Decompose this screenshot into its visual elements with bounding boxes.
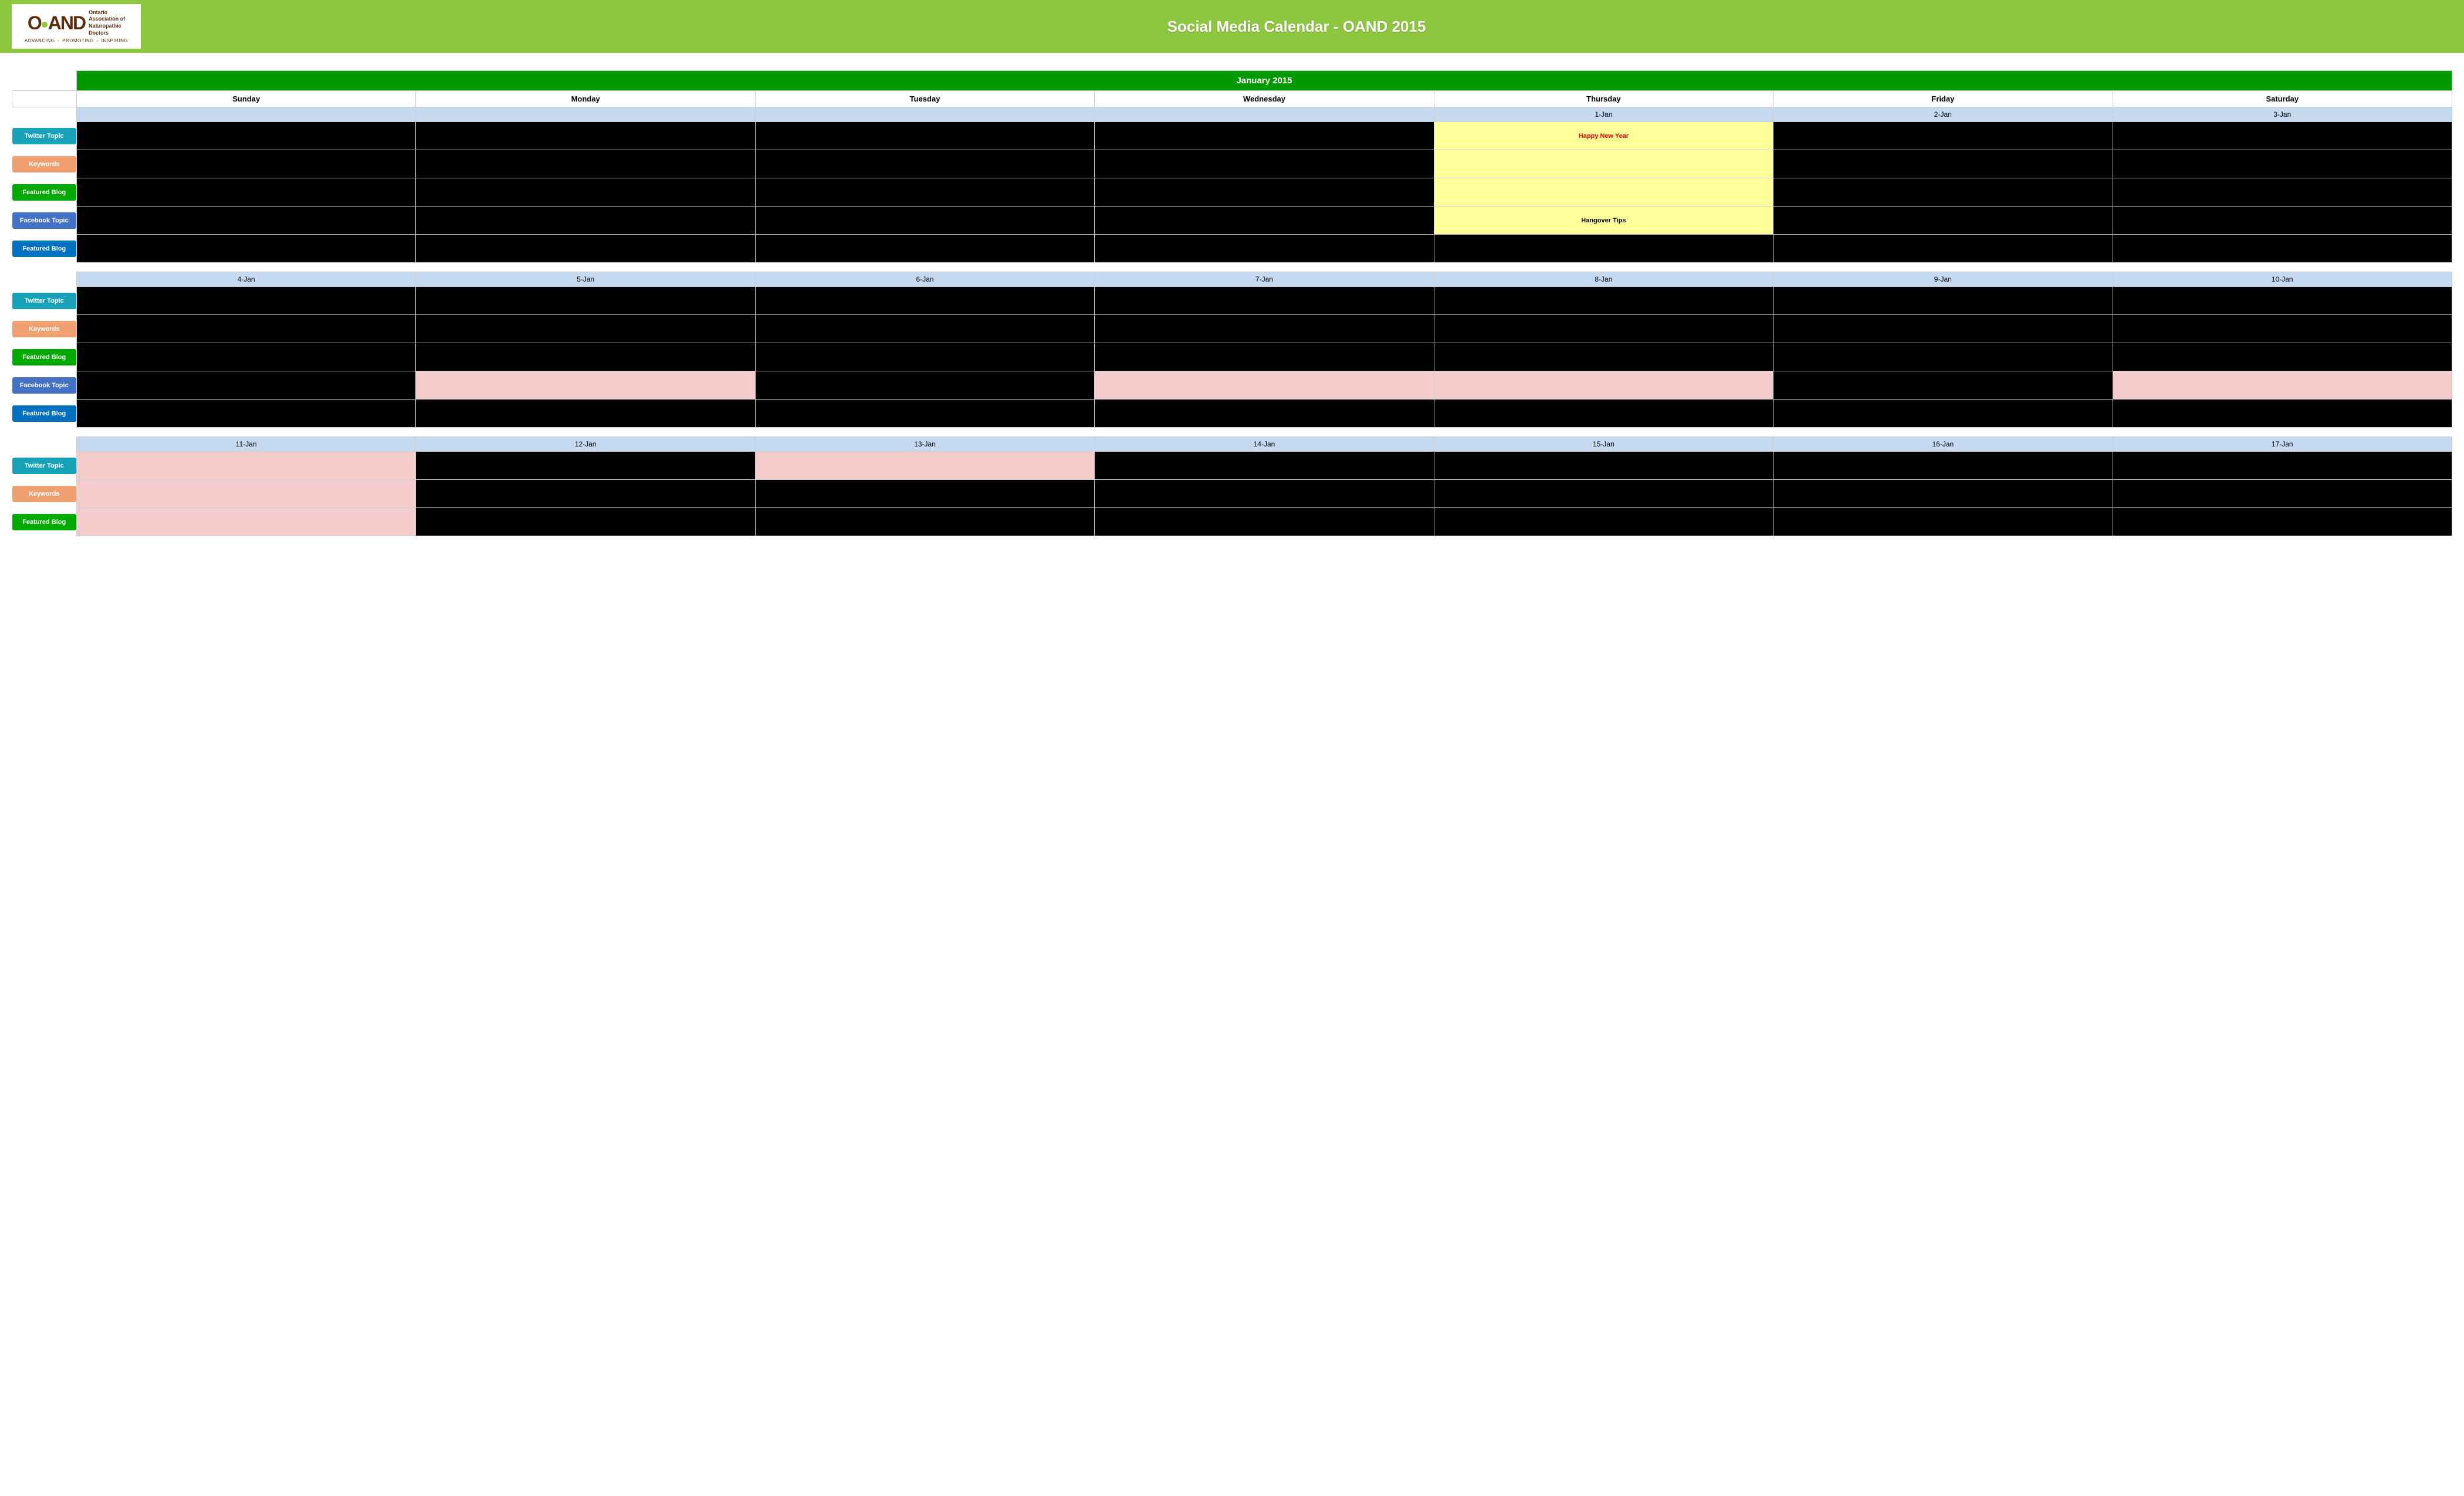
month-header-row: January 2015 xyxy=(12,71,2452,91)
date-w2-mon: 5-Jan xyxy=(416,272,755,287)
date-w3-sun: 11-Jan xyxy=(77,437,416,452)
featured-blog-label-3: Featured Blog xyxy=(12,514,77,530)
twitter-label-2: Twitter Topic xyxy=(12,293,77,309)
calendar-area: January 2015 Sunday Monday Tuesday Wedne… xyxy=(0,53,2464,548)
tw-w1-fri xyxy=(1773,122,2113,150)
logo-text: OAND xyxy=(28,13,85,32)
keywords-row-week1: Keywords xyxy=(12,150,2452,178)
facebook-row-week2: Facebook Topic xyxy=(12,371,2452,400)
spacer-1 xyxy=(12,263,2452,272)
featured-blog-label-2: Featured Blog xyxy=(12,349,77,365)
date-w3-mon: 12-Jan xyxy=(416,437,755,452)
dow-saturday: Saturday xyxy=(2113,91,2452,107)
facebook-label-2: Facebook Topic xyxy=(12,377,77,394)
dow-tuesday: Tuesday xyxy=(755,91,1094,107)
featured-row-week2: Featured Blog xyxy=(12,343,2452,371)
twitter-label-3: Twitter Topic xyxy=(12,458,77,474)
keywords-label: Keywords xyxy=(12,156,77,172)
twitter-row-week3: Twitter Topic xyxy=(12,452,2452,480)
featured-row-week1: Featured Blog xyxy=(12,178,2452,207)
app-header: OAND Ontario Association of Naturopathic… xyxy=(0,0,2464,53)
keywords-label-2: Keywords xyxy=(12,321,77,337)
date-w1-tue xyxy=(755,107,1094,122)
tw-w1-thu: Happy New Year xyxy=(1434,122,1773,150)
twitter-row-week1: Twitter Topic Happy New Year xyxy=(12,122,2452,150)
date-w1-sat: 3-Jan xyxy=(2113,107,2452,122)
page-title: Social Media Calendar - OAND 2015 xyxy=(141,18,2452,36)
date-w1-fri: 2-Jan xyxy=(1773,107,2113,122)
featured2-row-week2: Featured Blog xyxy=(12,400,2452,428)
date-w1-wed xyxy=(1095,107,1434,122)
dow-friday: Friday xyxy=(1773,91,2113,107)
date-row-week3: 11-Jan 12-Jan 13-Jan 14-Jan 15-Jan 16-Ja… xyxy=(12,437,2452,452)
tw-w1-sun xyxy=(77,122,416,150)
date-w1-sun xyxy=(77,107,416,122)
date-w3-tue: 13-Jan xyxy=(755,437,1094,452)
date-row-week2: 4-Jan 5-Jan 6-Jan 7-Jan 8-Jan 9-Jan 10-J… xyxy=(12,272,2452,287)
day-of-week-row: Sunday Monday Tuesday Wednesday Thursday… xyxy=(12,91,2452,107)
date-w3-thu: 15-Jan xyxy=(1434,437,1773,452)
month-label: January 2015 xyxy=(77,71,2452,91)
keywords-label-3: Keywords xyxy=(12,486,77,502)
hangover-tips-text: Hangover Tips xyxy=(1434,207,1773,234)
date-w2-sun: 4-Jan xyxy=(77,272,416,287)
happy-new-year-text: Happy New Year xyxy=(1434,122,1773,150)
tw-w1-wed xyxy=(1095,122,1434,150)
date-w1-mon xyxy=(416,107,755,122)
date-row-week1: 1-Jan 2-Jan 3-Jan xyxy=(12,107,2452,122)
featured-row-week3: Featured Blog xyxy=(12,508,2452,536)
calendar-table: January 2015 Sunday Monday Tuesday Wedne… xyxy=(12,70,2452,536)
spacer-2 xyxy=(12,428,2452,437)
featured-blog-2-label-1: Featured Blog xyxy=(12,241,77,257)
date-w2-thu: 8-Jan xyxy=(1434,272,1773,287)
twitter-row-week2: Twitter Topic xyxy=(12,287,2452,315)
logo-area: OAND Ontario Association of Naturopathic… xyxy=(12,4,141,49)
dow-monday: Monday xyxy=(416,91,755,107)
date-w2-sat: 10-Jan xyxy=(2113,272,2452,287)
dow-sunday: Sunday xyxy=(77,91,416,107)
featured-blog-2-label-2: Featured Blog xyxy=(12,405,77,422)
facebook-label-1: Facebook Topic xyxy=(12,212,77,229)
date-w3-wed: 14-Jan xyxy=(1095,437,1434,452)
keywords-row-week3: Keywords xyxy=(12,480,2452,508)
date-w1-thu: 1-Jan xyxy=(1434,107,1773,122)
facebook-row-week1: Facebook Topic Hangover Tips xyxy=(12,207,2452,235)
dow-thursday: Thursday xyxy=(1434,91,1773,107)
dow-wednesday: Wednesday xyxy=(1095,91,1434,107)
date-w2-fri: 9-Jan xyxy=(1773,272,2113,287)
featured-blog-label-1: Featured Blog xyxy=(12,184,77,201)
date-w2-tue: 6-Jan xyxy=(755,272,1094,287)
date-w3-fri: 16-Jan xyxy=(1773,437,2113,452)
twitter-label: Twitter Topic xyxy=(12,128,77,144)
label-col-header xyxy=(12,91,77,107)
featured2-row-week1: Featured Blog xyxy=(12,235,2452,263)
date-w2-wed: 7-Jan xyxy=(1095,272,1434,287)
tw-w1-sat xyxy=(2113,122,2452,150)
keywords-row-week2: Keywords xyxy=(12,315,2452,343)
logo-org-name: Ontario Association of Naturopathic Doct… xyxy=(89,9,125,37)
logo-tagline: ADVANCING • PROMOTING • INSPIRING xyxy=(25,38,128,43)
tw-w1-mon xyxy=(416,122,755,150)
tw-w1-tue xyxy=(755,122,1094,150)
date-w3-sat: 17-Jan xyxy=(2113,437,2452,452)
